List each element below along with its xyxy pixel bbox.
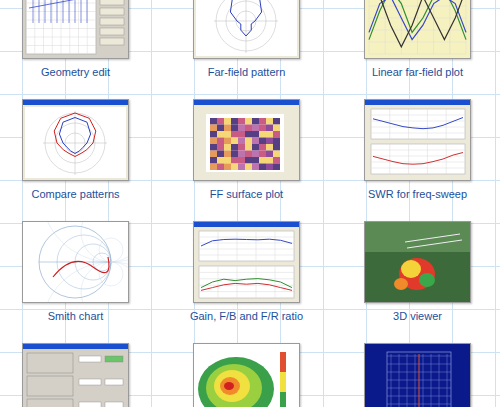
gallery-tile: Far-field pattern — [161, 0, 332, 79]
screenshot-thumbnail[interactable] — [364, 221, 471, 303]
screenshot-thumbnail[interactable] — [193, 0, 300, 59]
linear-thumbnail-icon — [365, 0, 470, 58]
gallery-tile: Gain, F/B and F/R ratio — [161, 221, 332, 323]
gallery-tile: Compare patterns — [0, 99, 161, 201]
structure-thumbnail-icon — [365, 344, 470, 407]
gain-line — [201, 279, 292, 288]
geometry-thumbnail-icon — [23, 0, 128, 58]
gallery-tile — [161, 343, 332, 407]
gallery-tile: Smith chart — [0, 221, 161, 323]
gallery-tile: Linear far-field plot — [332, 0, 500, 79]
sweep-line — [373, 118, 463, 129]
screenshot-thumbnail[interactable] — [193, 343, 300, 407]
tile-caption[interactable]: SWR for freq-sweep — [366, 187, 469, 201]
pattern-line — [59, 118, 90, 154]
tile-caption[interactable]: Compare patterns — [29, 187, 121, 201]
gallery-tile — [332, 343, 500, 407]
viewer3d-thumbnail-icon — [365, 222, 470, 302]
screenshot-thumbnail[interactable] — [22, 99, 129, 181]
gallery-tile: SWR for freq-sweep — [332, 99, 500, 201]
tile-caption[interactable]: Gain, F/B and F/R ratio — [188, 309, 305, 323]
screenshot-thumbnail[interactable] — [193, 221, 300, 303]
plot-line — [369, 0, 466, 47]
gain-thumbnail-icon — [194, 222, 299, 302]
screenshot-thumbnail[interactable] — [364, 343, 471, 407]
screenshot-thumbnail[interactable] — [22, 343, 129, 407]
sweep-line — [373, 153, 463, 165]
gallery-tile: 3D viewer — [332, 221, 500, 323]
screenshot-thumbnail[interactable] — [364, 0, 471, 59]
gallery-tile: Geometry edit — [0, 0, 161, 79]
surface-thumbnail-icon — [194, 100, 299, 180]
tile-caption[interactable]: 3D viewer — [391, 309, 444, 323]
screenshot-thumbnail[interactable] — [22, 221, 129, 303]
swr-thumbnail-icon — [365, 100, 470, 180]
smith-thumbnail-icon — [23, 222, 128, 302]
gallery-tile: FF surface plot — [161, 99, 332, 201]
polar-thumbnail-icon — [23, 100, 128, 180]
screenshot-thumbnail[interactable] — [364, 99, 471, 181]
tile-caption[interactable]: Linear far-field plot — [370, 65, 465, 79]
gain-line — [201, 283, 292, 290]
tile-caption[interactable]: FF surface plot — [208, 187, 285, 201]
tile-caption[interactable]: Far-field pattern — [206, 65, 288, 79]
heatmap-thumbnail-icon — [194, 344, 299, 407]
screenshot-thumbnail[interactable] — [22, 0, 129, 59]
screenshot-thumbnail[interactable] — [193, 99, 300, 181]
polar-thumbnail-icon — [194, 0, 299, 58]
gain-line — [201, 239, 292, 246]
gallery-tile — [0, 343, 161, 407]
dialog-thumbnail-icon — [23, 344, 128, 407]
gallery-page: Geometry edit Far-field pattern Linear far… — [0, 0, 500, 407]
tile-caption[interactable]: Geometry edit — [39, 65, 112, 79]
pattern-line — [54, 113, 96, 157]
screenshot-grid: Geometry edit Far-field pattern Linear far… — [0, 0, 500, 407]
pattern-line — [230, 0, 261, 36]
tile-caption[interactable]: Smith chart — [46, 309, 106, 323]
